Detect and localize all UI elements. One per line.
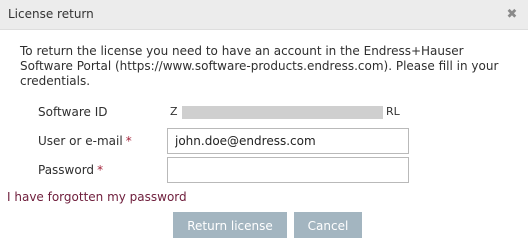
software-id-label: Software ID xyxy=(38,105,108,119)
user-email-input[interactable] xyxy=(167,128,409,154)
intro-text: To return the license you need to have a… xyxy=(20,44,499,88)
user-label: User or e-mail * xyxy=(38,134,132,148)
cancel-button[interactable]: Cancel xyxy=(294,212,362,238)
password-required-mark: * xyxy=(97,163,104,177)
forgot-password-link[interactable]: I have forgotten my password xyxy=(7,190,187,204)
password-label: Password * xyxy=(38,163,103,177)
software-id-value-prefix: Z xyxy=(170,105,178,118)
license-return-dialog: License return ✖ To return the license y… xyxy=(0,0,528,242)
password-input[interactable] xyxy=(167,157,409,183)
return-license-button[interactable]: Return license xyxy=(173,212,287,238)
software-id-redaction xyxy=(182,106,383,119)
close-icon[interactable]: ✖ xyxy=(505,8,519,22)
user-required-mark: * xyxy=(125,134,132,148)
dialog-title: License return xyxy=(8,7,94,21)
dialog-title-bar: License return ✖ xyxy=(0,0,528,30)
software-id-value-suffix: RL xyxy=(386,105,400,118)
password-label-text: Password xyxy=(38,163,95,177)
user-label-text: User or e-mail xyxy=(38,134,123,148)
